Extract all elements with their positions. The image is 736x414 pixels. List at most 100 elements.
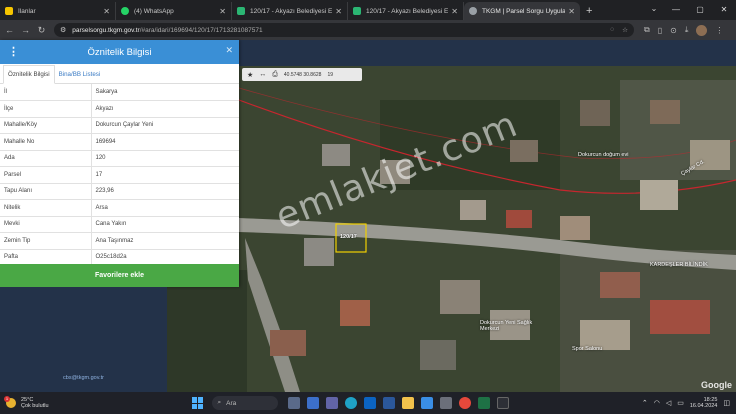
close-icon[interactable]: ✕ [568, 7, 575, 16]
footer-email-link[interactable]: cbs@tkgm.gov.tr [0, 375, 167, 381]
extensions-area: ⧉ ▯ ⊙ ⤓ ⋮ [644, 24, 723, 36]
maximize-button[interactable]: ▢ [688, 0, 712, 20]
table-row: Ada 120 [0, 150, 239, 167]
outlook-icon[interactable] [363, 397, 376, 409]
date: 16.04.2024 [689, 403, 718, 409]
sidebar-icon[interactable]: ▯ [658, 26, 662, 35]
tab-title: 120/17 - Akyazı Belediyesi E-İm [250, 7, 333, 15]
row-value: 17 [91, 166, 239, 184]
row-value: Ana Taşınmaz [91, 232, 239, 250]
tab-favicon [237, 7, 245, 15]
map-toolbar: ★ ↔ ⎙ 40.5748 30.8628 19 [242, 68, 362, 81]
file-explorer-icon[interactable] [401, 397, 414, 409]
tab-title: 120/17 - Akyazı Belediyesi E-İm [366, 7, 449, 15]
browser-tab-strip: İlanlar ✕ (4) WhatsApp ✕ 120/17 - Akyazı… [0, 0, 736, 20]
tab-tkgm[interactable]: TKGM | Parsel Sorgu Uygulama ✕ [464, 2, 580, 20]
row-value: 169694 [91, 133, 239, 151]
address-toolbar: ← → ↻ ⚙ parselsorgu.tkgm.gov.tr /#ara/id… [0, 20, 736, 40]
profile-avatar[interactable] [696, 24, 708, 36]
weather-desc: Çok bulutlu [21, 403, 49, 409]
clock[interactable]: 18:25 16.04.2024 [690, 397, 718, 410]
table-row: İl Sakarya [0, 84, 239, 101]
cast-icon[interactable]: ⊙ [670, 26, 677, 35]
kebab-menu-icon[interactable]: ⋮ [8, 45, 19, 58]
row-key: İlçe [0, 100, 92, 118]
back-icon[interactable]: ← [3, 25, 16, 35]
table-row: Mahalle/Köy Dokurcun Çaylar Yeni [0, 117, 239, 134]
close-icon[interactable]: ✕ [103, 7, 110, 16]
zoom-level: 19 [327, 71, 333, 78]
star-icon[interactable]: ★ [247, 71, 253, 79]
row-value: Arsa [91, 199, 239, 217]
forward-icon[interactable]: → [19, 25, 32, 35]
map-place-label: KARDEŞLER BİLİNDİK [650, 262, 708, 268]
tab-whatsapp[interactable]: (4) WhatsApp ✕ [116, 2, 232, 20]
new-tab-button[interactable]: + [586, 2, 592, 20]
tab-ilanlar[interactable]: İlanlar ✕ [0, 2, 116, 20]
battery-icon[interactable]: ▭ [677, 399, 684, 407]
weather-widget[interactable]: 1 25°C Çok bulutlu [4, 396, 49, 410]
table-row: Zemin Tip Ana Taşınmaz [0, 232, 239, 250]
row-key: Nitelik [0, 199, 92, 217]
notification-icon[interactable]: ◫ [723, 399, 730, 407]
table-row: Mahalle No 169694 [0, 133, 239, 151]
map-place-label: Dokurcun doğum evi [578, 152, 629, 158]
close-icon[interactable]: ✕ [335, 7, 342, 16]
edge-icon[interactable] [344, 397, 357, 409]
taskbar-search[interactable]: ⌕ Ara [211, 396, 278, 410]
row-value: Sakarya [91, 84, 239, 101]
table-row: Mevki Cana Yakın [0, 216, 239, 233]
print-icon[interactable]: ⎙ [272, 71, 278, 79]
close-icon[interactable]: ✕ [219, 7, 226, 16]
table-row: Parsel 17 [0, 166, 239, 184]
taskbar-apps [287, 397, 509, 409]
reload-icon[interactable]: ↻ [35, 25, 48, 36]
windows-start-icon[interactable] [191, 397, 204, 409]
add-favorites-button[interactable]: Favorilere ekle [0, 264, 239, 287]
site-info-icon[interactable]: ⚙ [60, 26, 66, 34]
minimize-button[interactable]: — [664, 0, 688, 20]
tab-akyazi-2[interactable]: 120/17 - Akyazı Belediyesi E-İm ✕ [348, 2, 464, 20]
app-icon[interactable] [439, 397, 452, 409]
table-row: İlçe Akyazı [0, 100, 239, 118]
table-row: Tapu Alanı 223,96 [0, 183, 239, 200]
store-icon[interactable] [420, 397, 433, 409]
row-value: Dokurcun Çaylar Yeni [91, 117, 239, 134]
map-place-label: Spor Salonu [572, 346, 603, 352]
volume-icon[interactable]: ◁ [666, 399, 671, 407]
teams-icon[interactable] [325, 397, 338, 409]
taskbar: 1 25°C Çok bulutlu ⌕ Ara ⌃ ◠ ◁ ▭ 18:25 1… [0, 392, 736, 414]
word-icon[interactable] [382, 397, 395, 409]
search-label: Ara [226, 399, 237, 407]
tab-building-list[interactable]: Bina/BB Listesi [55, 66, 105, 83]
row-key: Zemin Tip [0, 232, 92, 250]
menu-icon[interactable]: ⋮ [715, 26, 723, 35]
attribute-table: İl Sakarya İlçe Akyazı Mahalle/Köy Dokurcun… [0, 84, 239, 266]
close-icon[interactable]: ✕ [225, 45, 233, 56]
globe-icon [469, 7, 477, 15]
widgets-icon[interactable] [287, 397, 300, 409]
extensions-icon[interactable]: ⧉ [644, 25, 650, 35]
row-key: Ada [0, 150, 92, 167]
chrome-icon[interactable] [458, 397, 471, 409]
row-key: Mahalle/Köy [0, 117, 92, 134]
window-controls: — ▢ ✕ [664, 0, 736, 20]
excel-icon[interactable] [477, 397, 490, 409]
map-place-label: Dokurcun Yeni Sağlık Merkezi [480, 320, 533, 332]
wifi-icon[interactable]: ◠ [654, 399, 660, 407]
window-close-button[interactable]: ✕ [712, 0, 736, 20]
chevron-up-icon[interactable]: ⌃ [642, 399, 648, 407]
close-icon[interactable]: ✕ [451, 7, 458, 16]
google-attribution: Google [701, 380, 732, 390]
attribute-panel: ⋮ Öznitelik Bilgisi ✕ Öznitelik Bilgisi … [0, 40, 239, 287]
tab-search-icon[interactable]: ⌄ [648, 4, 660, 16]
eye-off-icon[interactable]: ◌ [610, 26, 614, 34]
tab-akyazi-1[interactable]: 120/17 - Akyazı Belediyesi E-İm ✕ [232, 2, 348, 20]
task-view-icon[interactable] [306, 397, 319, 409]
app-icon[interactable] [496, 397, 509, 409]
star-icon[interactable]: ☆ [622, 26, 628, 34]
measure-icon[interactable]: ↔ [259, 71, 266, 78]
url-bar[interactable]: ⚙ parselsorgu.tkgm.gov.tr /#ara/idari/16… [54, 23, 634, 37]
tab-attributes[interactable]: Öznitelik Bilgisi [3, 65, 55, 84]
download-icon[interactable]: ⤓ [685, 25, 689, 35]
